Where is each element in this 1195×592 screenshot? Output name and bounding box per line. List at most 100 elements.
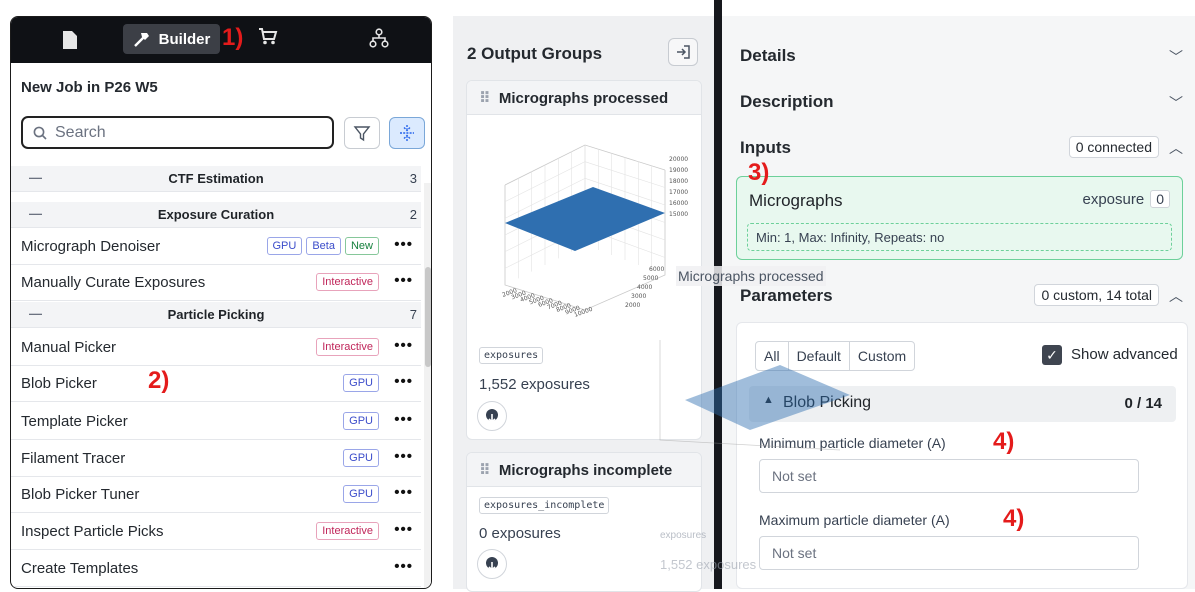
collapse-all-button[interactable] bbox=[389, 117, 425, 149]
gpu-badge: GPU bbox=[266, 237, 303, 255]
panel-divider[interactable] bbox=[714, 0, 722, 589]
more-menu-icon[interactable]: ••• bbox=[394, 558, 413, 575]
search-placeholder: Search bbox=[55, 123, 106, 141]
gpu-badge: GPU bbox=[343, 374, 379, 392]
export-button[interactable] bbox=[668, 38, 698, 66]
max-diameter-input[interactable]: Not set bbox=[759, 536, 1139, 570]
more-menu-icon[interactable]: ••• bbox=[394, 337, 413, 354]
filter-button[interactable] bbox=[344, 117, 380, 149]
input-constraint: Min: 1, Max: Infinity, Repeats: no bbox=[747, 223, 1172, 251]
category-count: 2 bbox=[409, 207, 417, 222]
category-row-ctf-estimation[interactable]: — CTF Estimation 3 bbox=[11, 166, 421, 192]
gpu-badge: GPU bbox=[343, 412, 379, 430]
download-button[interactable] bbox=[477, 549, 507, 579]
parameters-section-header[interactable]: Parameters bbox=[740, 286, 833, 306]
annotation-4a: 4) bbox=[993, 428, 1015, 455]
job-row-blob-picker-tuner[interactable]: Blob Picker Tuner GPU ••• bbox=[11, 477, 421, 513]
job-row-template-picker[interactable]: Template Picker GPU ••• bbox=[11, 404, 421, 440]
output-groups-title: 2 Output Groups bbox=[467, 44, 603, 63]
job-row-manual-picker[interactable]: Manual Picker Interactive ••• bbox=[11, 330, 421, 366]
micrographs-input-slot[interactable]: Micrographs exposure 0 Min: 1, Max: Infin… bbox=[736, 176, 1183, 260]
output-groups-panel: 2 Output Groups ⠿ Micrographs processed … bbox=[453, 16, 714, 592]
more-menu-icon[interactable]: ••• bbox=[394, 448, 413, 465]
category-name: Exposure Curation bbox=[157, 207, 275, 222]
new-badge: New bbox=[344, 237, 379, 255]
y-tick-label: 6000 bbox=[649, 266, 664, 273]
annotation-2: 2) bbox=[148, 367, 170, 394]
chevron-down-icon[interactable]: ﹀ bbox=[1169, 47, 1183, 67]
cloud-download-icon bbox=[486, 409, 498, 424]
job-row-manually-curate-exposures[interactable]: Manually Curate Exposures Interactive ••… bbox=[11, 265, 421, 301]
z-tick-label: 16000 bbox=[669, 200, 688, 207]
z-tick-label: 18000 bbox=[669, 178, 688, 185]
output-type-chip: exposures bbox=[479, 347, 544, 364]
drag-ghost-chip: exposures bbox=[660, 530, 707, 541]
category-row-exposure-curation[interactable]: — Exposure Curation 2 bbox=[11, 202, 421, 228]
show-advanced-checkbox[interactable]: ✓ bbox=[1042, 345, 1062, 365]
job-name: Blob Picker Tuner bbox=[21, 486, 140, 503]
job-row-filament-tracer[interactable]: Filament Tracer GPU ••• bbox=[11, 441, 421, 477]
gpu-badge: GPU bbox=[343, 485, 379, 503]
output-type-chip: exposures_incomplete bbox=[479, 497, 610, 514]
z-tick-label: 20000 bbox=[669, 156, 688, 163]
drag-ghost-count: 1,552 exposures bbox=[660, 557, 757, 572]
interactive-badge: Interactive bbox=[316, 338, 379, 356]
drag-ghost-label: Micrographs processed bbox=[676, 266, 826, 286]
more-menu-icon[interactable]: ••• bbox=[394, 411, 413, 428]
annotation-3: 3) bbox=[748, 159, 770, 186]
more-menu-icon[interactable]: ••• bbox=[394, 272, 413, 289]
interactive-badge: Interactive bbox=[316, 273, 379, 291]
category-row-particle-picking[interactable]: — Particle Picking 7 bbox=[11, 302, 421, 328]
job-name: Manual Picker bbox=[21, 339, 117, 356]
more-menu-icon[interactable]: ••• bbox=[394, 521, 413, 538]
job-name: Manually Curate Exposures bbox=[21, 274, 206, 291]
z-tick-label: 19000 bbox=[669, 167, 688, 174]
y-tick-label: 5000 bbox=[643, 275, 658, 282]
details-section-header[interactable]: Details bbox=[740, 46, 796, 66]
chevron-down-icon[interactable]: ﹀ bbox=[1169, 93, 1183, 113]
top-toolbar: Builder bbox=[11, 17, 431, 63]
output-count: 1,552 exposures bbox=[479, 376, 590, 393]
surface-plane bbox=[505, 187, 665, 251]
show-advanced-label: Show advanced bbox=[1071, 346, 1178, 363]
more-menu-icon[interactable]: ••• bbox=[394, 236, 413, 253]
job-title: New Job in P26 W5 bbox=[21, 79, 158, 96]
min-diameter-input[interactable]: Not set bbox=[759, 459, 1139, 493]
job-row-create-templates[interactable]: Create Templates ••• bbox=[11, 551, 421, 587]
job-name: Filament Tracer bbox=[21, 450, 126, 467]
category-name: Particle Picking bbox=[167, 307, 265, 322]
document-icon[interactable] bbox=[63, 17, 77, 66]
inputs-status-badge: 0 connected bbox=[1068, 136, 1159, 158]
more-menu-icon[interactable]: ••• bbox=[394, 373, 413, 390]
chevron-up-icon[interactable]: ︿ bbox=[1169, 138, 1183, 158]
job-details-panel: Details ﹀ Description ﹀ Inputs 0 connect… bbox=[722, 16, 1195, 589]
annotation-4b: 4) bbox=[1003, 505, 1025, 532]
builder-tab-button[interactable]: Builder bbox=[123, 24, 220, 54]
y-tick-label: 2000 bbox=[625, 302, 640, 309]
cart-icon[interactable] bbox=[258, 27, 278, 50]
description-section-header[interactable]: Description bbox=[740, 92, 834, 112]
scrollbar-thumb[interactable] bbox=[425, 267, 431, 367]
interactive-badge: Interactive bbox=[316, 522, 379, 540]
category-count: 3 bbox=[409, 171, 417, 186]
job-name: Inspect Particle Picks bbox=[21, 523, 164, 540]
drag-handle-icon[interactable]: ⠿ bbox=[479, 90, 491, 107]
output-group-header[interactable]: ⠿ Micrographs processed bbox=[467, 81, 701, 115]
search-input[interactable]: Search bbox=[21, 116, 334, 149]
more-menu-icon[interactable]: ••• bbox=[394, 484, 413, 501]
workflow-tree-icon[interactable] bbox=[369, 28, 389, 53]
gpu-badge: GPU bbox=[343, 449, 379, 467]
scrollbar-track[interactable] bbox=[424, 183, 431, 588]
chevron-up-icon[interactable]: ︿ bbox=[1169, 286, 1183, 306]
download-button[interactable] bbox=[477, 401, 507, 431]
inputs-section-header[interactable]: Inputs bbox=[740, 138, 791, 158]
job-row-inspect-particle-picks[interactable]: Inspect Particle Picks Interactive ••• bbox=[11, 514, 421, 550]
drag-handle-icon[interactable]: ⠿ bbox=[479, 462, 491, 479]
y-tick-label: 3000 bbox=[631, 293, 646, 300]
micrograph-surface-plot: 20000 19000 18000 17000 16000 15000 2000 3000 40… bbox=[501, 144, 688, 319]
job-row-blob-picker[interactable]: Blob Picker GPU ••• bbox=[11, 366, 421, 402]
drag-ghost-plot bbox=[659, 340, 850, 451]
section-count: 0 / 14 bbox=[1124, 395, 1162, 412]
job-row-micrograph-denoiser[interactable]: Micrograph Denoiser GPU Beta New ••• bbox=[11, 229, 421, 265]
output-count: 0 exposures bbox=[479, 525, 561, 542]
